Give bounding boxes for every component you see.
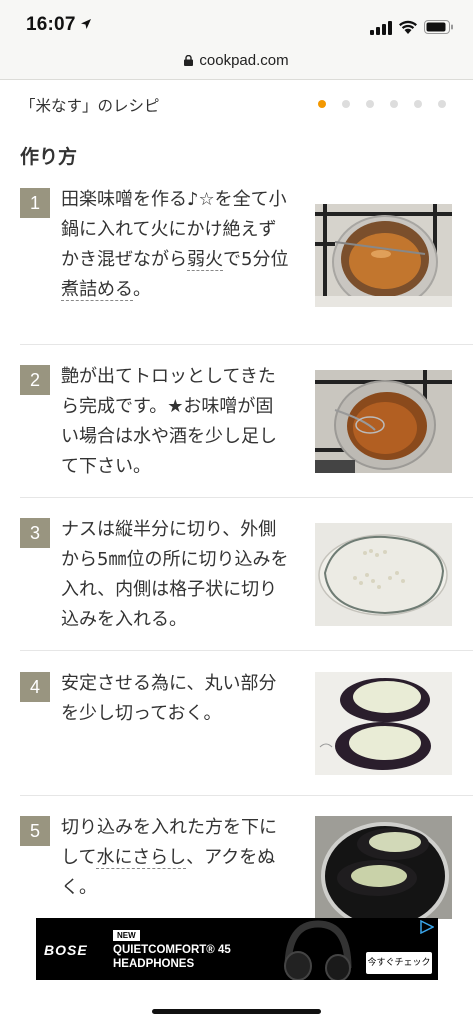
- step-number: 1: [20, 188, 50, 218]
- step-number: 3: [20, 518, 50, 548]
- address-bar[interactable]: cookpad.com: [0, 44, 473, 80]
- headphones-image: [284, 920, 352, 980]
- step-divider: [20, 795, 473, 796]
- page-dot[interactable]: [438, 100, 446, 108]
- step-photo[interactable]: [315, 370, 452, 473]
- glossary-link[interactable]: 弱火: [187, 249, 223, 271]
- status-bar: 16:07: [0, 0, 473, 44]
- page-dot[interactable]: [342, 100, 350, 108]
- battery-icon: [424, 20, 453, 34]
- step-divider: [20, 344, 473, 345]
- step-photo[interactable]: [315, 523, 452, 626]
- page-dot[interactable]: [318, 100, 326, 108]
- step-photo[interactable]: [315, 672, 452, 775]
- ad-headline-2: HEADPHONES: [113, 958, 195, 970]
- step-text: 安定させる為に、丸い部分を少し切っておく。: [61, 673, 277, 724]
- step-text: 切り込みを入れた方を下にして水にさらし、アクをぬく。: [61, 817, 277, 898]
- page-indicator-dots[interactable]: [318, 100, 446, 108]
- step-divider: [20, 650, 473, 651]
- home-indicator[interactable]: [152, 1009, 321, 1014]
- status-time: 16:07: [26, 14, 76, 35]
- wifi-icon: [399, 20, 417, 34]
- step-number: 2: [20, 365, 50, 395]
- page-dot[interactable]: [366, 100, 374, 108]
- recipe-title-link[interactable]: 「米なす」のレシピ: [20, 94, 160, 116]
- step-text: 田楽味噌を作る♪☆を全て小鍋に入れて火にかけ絶えずかき混ぜながら弱火で5分位煮詰…: [61, 189, 289, 301]
- step-text: 艶が出てトロッとしてきたら完成です。★お味噌が固い場合は水や酒を少し足して下さい…: [61, 366, 277, 477]
- ad-banner[interactable]: BOSE NEW QUIETCOMFORT® 45 HEADPHONES 今すぐ…: [36, 918, 438, 980]
- ad-info-icon[interactable]: [420, 920, 434, 934]
- page-dot[interactable]: [390, 100, 398, 108]
- glossary-link[interactable]: 煮詰める: [61, 279, 133, 301]
- step-text: ナスは縦半分に切り、外側から5㎜位の所に切り込みを入れ、内側は格子状に切り込みを…: [61, 519, 289, 630]
- cellular-signal-icon: [370, 21, 392, 35]
- step-photo[interactable]: [315, 816, 452, 919]
- ad-new-badge: NEW: [113, 930, 140, 941]
- location-arrow-icon: [81, 19, 91, 29]
- step-divider: [20, 497, 473, 498]
- step-number: 5: [20, 816, 50, 846]
- url-text[interactable]: cookpad.com: [199, 52, 288, 69]
- ad-headline-1: QUIETCOMFORT® 45: [113, 944, 231, 956]
- lock-icon: [184, 55, 194, 66]
- step-photo[interactable]: [315, 204, 452, 307]
- glossary-link[interactable]: 水にさらし: [96, 847, 187, 869]
- ad-cta-button[interactable]: 今すぐチェック: [366, 952, 432, 974]
- step-number: 4: [20, 672, 50, 702]
- bose-logo: BOSE: [44, 942, 88, 958]
- section-title: 作り方: [20, 146, 78, 168]
- page-dot[interactable]: [414, 100, 422, 108]
